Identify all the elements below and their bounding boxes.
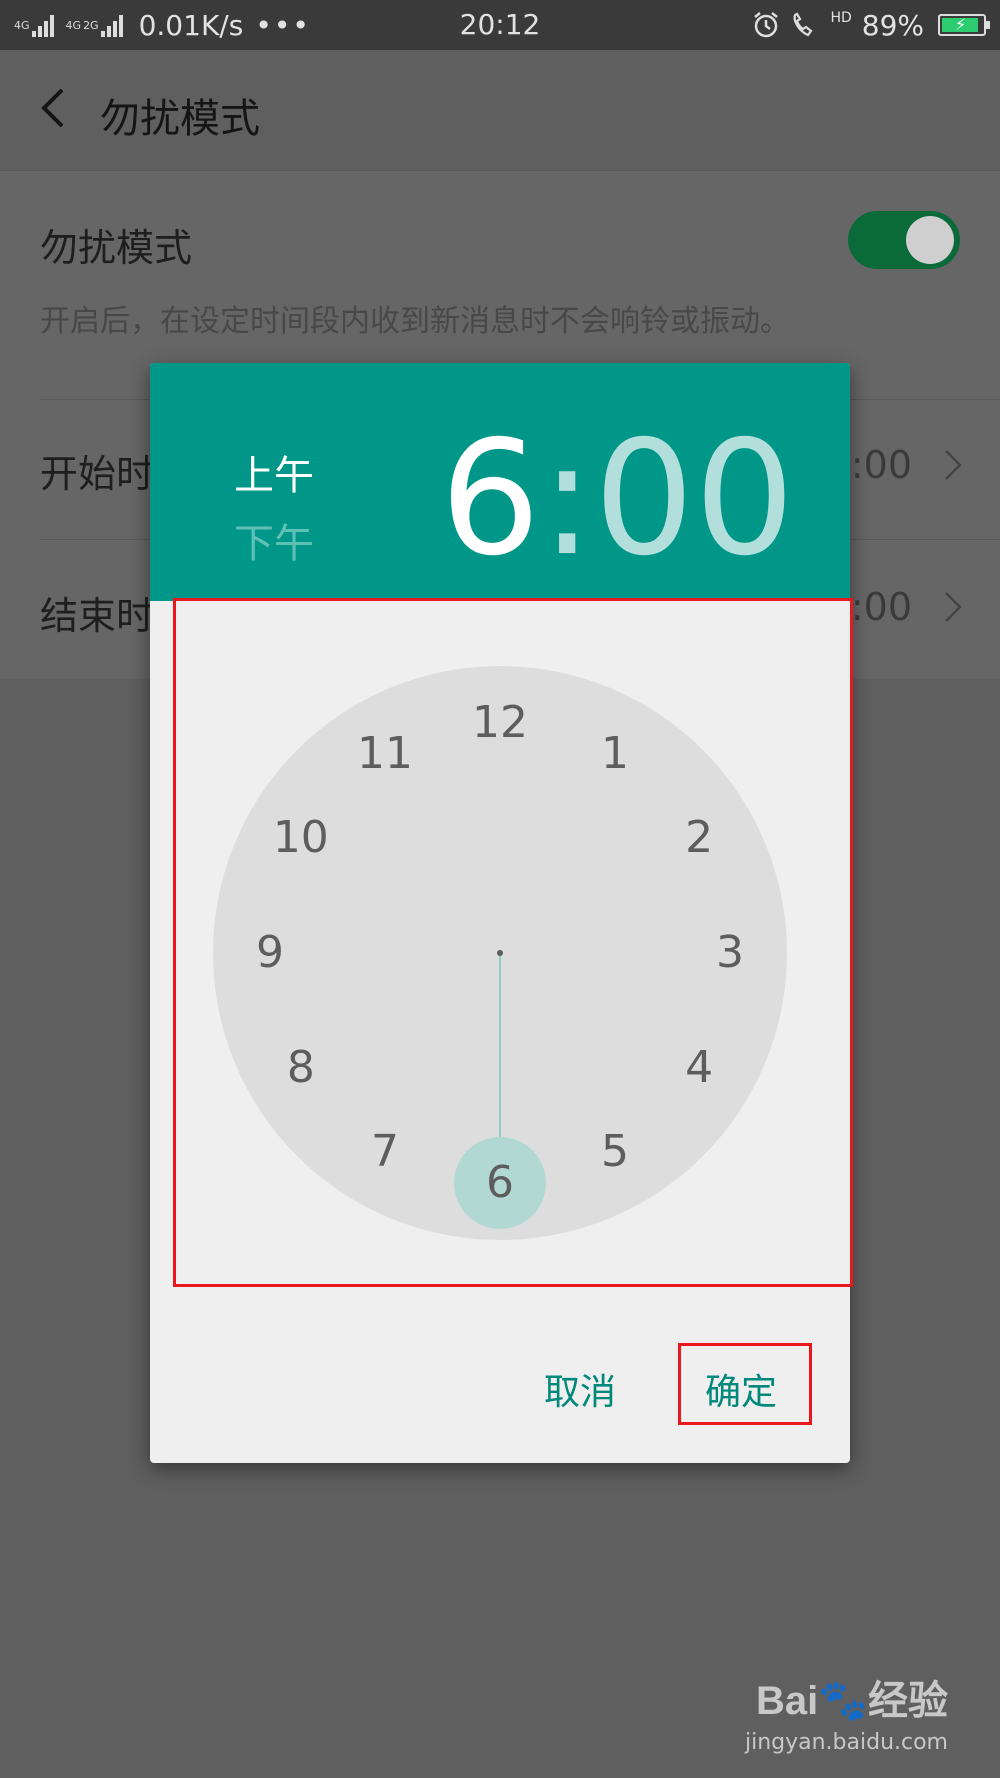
clock-hour-11[interactable]: 11	[350, 724, 420, 784]
clock-hour-4[interactable]: 4	[664, 1038, 734, 1098]
battery-percent: 89%	[861, 8, 924, 42]
clock-hour-1[interactable]: 1	[580, 724, 650, 784]
hd-call-icon	[793, 12, 813, 37]
hour-display[interactable]: 6	[440, 407, 541, 591]
time-colon: :	[540, 407, 594, 591]
clock-hour-10[interactable]: 10	[266, 808, 336, 868]
clock-center-dot	[497, 950, 503, 956]
chevron-right-icon	[945, 592, 962, 622]
chevron-right-icon	[945, 450, 962, 480]
battery-icon: ⚡	[938, 14, 990, 36]
clock-hour-9[interactable]: 9	[235, 923, 305, 983]
alarm-icon	[754, 12, 779, 38]
time-picker-dialog: 上午 下午 6:00 12 1 2 3 4 5 6 7 8 9 10 11 取消 确定	[150, 363, 850, 1463]
app-bar: 勿扰模式	[0, 50, 1000, 171]
watermark-brand-2: 经验	[868, 1679, 948, 1723]
page-title: 勿扰模式	[100, 96, 260, 142]
watermark-brand: Bai	[755, 1679, 819, 1723]
hd-label: HD	[830, 10, 852, 26]
start-time-label[interactable]: 开始时	[40, 443, 154, 498]
pm-option[interactable]: 下午	[234, 511, 314, 569]
clock-face[interactable]: 12 1 2 3 4 5 6 7 8 9 10 11	[213, 666, 787, 1240]
time-display: 6:00	[440, 409, 795, 589]
dnd-toggle[interactable]	[848, 211, 960, 269]
dialog-actions: 取消 确定	[150, 1343, 850, 1453]
clock-hour-5[interactable]: 5	[580, 1122, 650, 1182]
minute-display[interactable]: 00	[594, 407, 795, 591]
time-picker-header: 上午 下午 6:00	[150, 363, 850, 601]
clock-area: 12 1 2 3 4 5 6 7 8 9 10 11	[150, 601, 850, 1261]
back-arrow-icon[interactable]	[28, 80, 84, 136]
baidu-jingyan-watermark: Bai🐾经验 jingyan.baidu.com	[745, 1668, 948, 1755]
ok-button[interactable]: 确定	[685, 1355, 797, 1423]
watermark-url: jingyan.baidu.com	[744, 1730, 948, 1755]
dnd-description: 开启后，在设定时间段内收到新消息时不会响铃或振动。	[40, 304, 790, 339]
status-bar: 4G 4G 2G 0.01K/s ••• 20:12 HD 89% ⚡	[0, 0, 1000, 50]
paw-logo-icon: 🐾	[818, 1679, 868, 1723]
clock-hour-7[interactable]: 7	[350, 1122, 420, 1182]
clock-hour-6[interactable]: 6	[465, 1153, 535, 1213]
toggle-knob	[906, 216, 954, 264]
clock-hour-12[interactable]: 12	[465, 693, 535, 753]
clock-hour-3[interactable]: 3	[695, 923, 765, 983]
end-time-label[interactable]: 结束时	[40, 585, 154, 640]
dnd-title: 勿扰模式	[40, 226, 193, 270]
clock-hour-2[interactable]: 2	[664, 808, 734, 868]
am-option[interactable]: 上午	[234, 443, 314, 501]
cancel-button[interactable]: 取消	[524, 1355, 636, 1423]
clock-hour-8[interactable]: 8	[266, 1038, 336, 1098]
